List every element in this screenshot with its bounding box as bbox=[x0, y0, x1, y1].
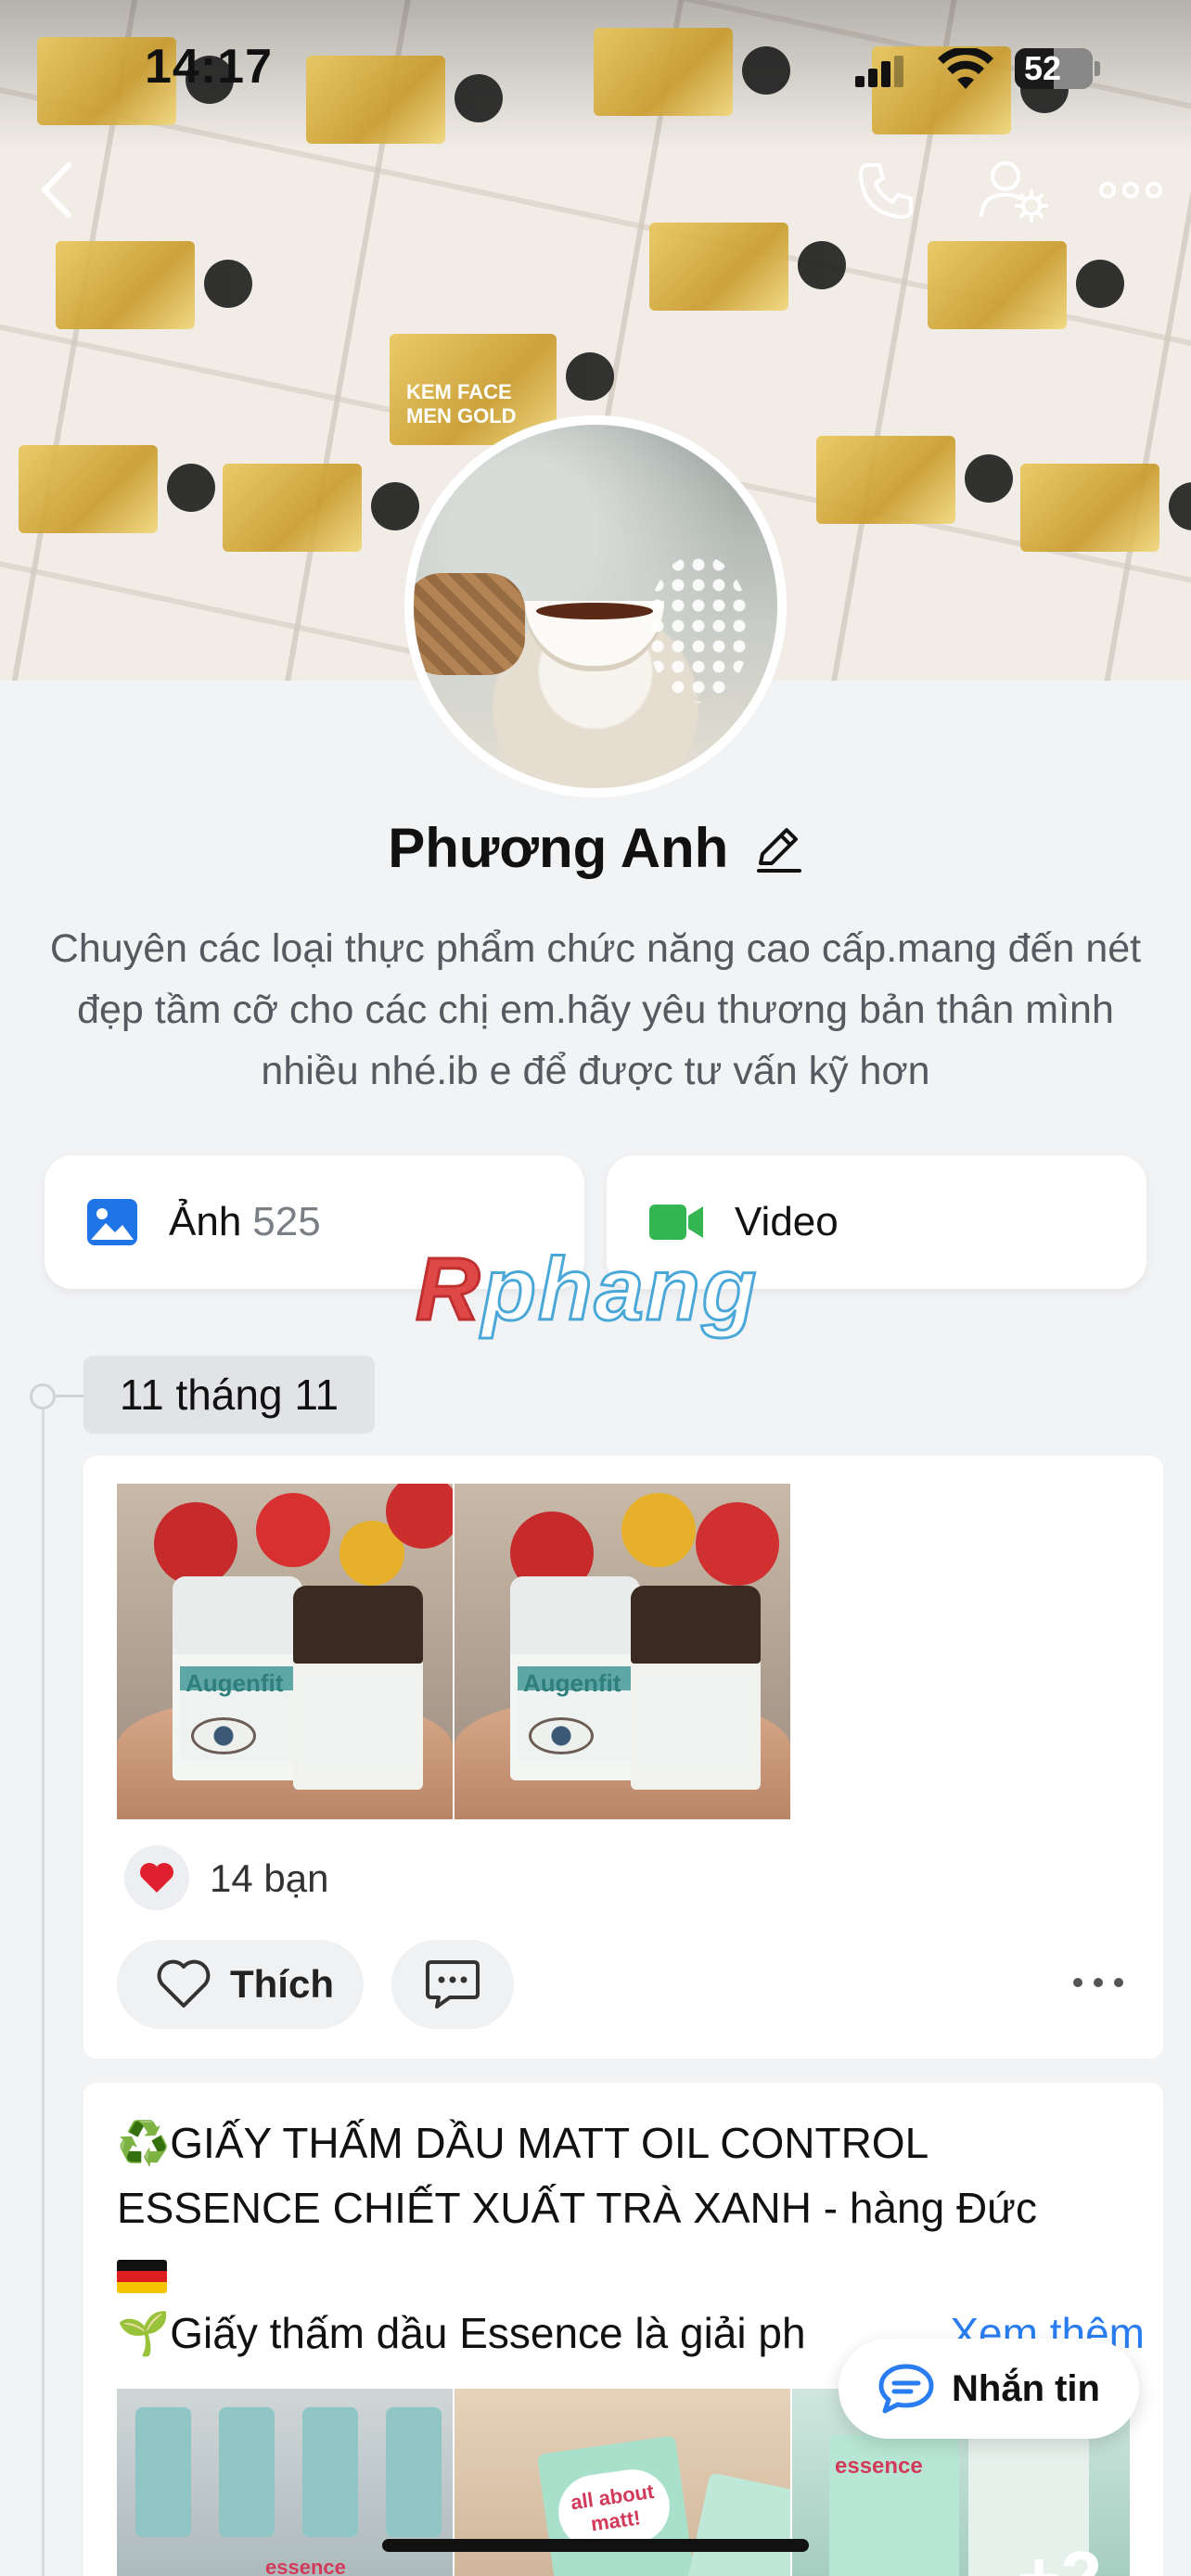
battery-level: 52 bbox=[1024, 49, 1062, 87]
more-horizontal-icon[interactable] bbox=[1098, 176, 1163, 204]
chat-bubble-icon bbox=[878, 2364, 934, 2414]
reaction-badge[interactable] bbox=[124, 1845, 189, 1910]
message-button[interactable]: Nhắn tin bbox=[839, 2339, 1139, 2439]
cellular-signal-icon bbox=[855, 56, 903, 87]
timeline-dot bbox=[30, 1384, 56, 1409]
cover-product-text: KEM FACE MEN GOLD bbox=[406, 380, 517, 427]
video-camera-icon bbox=[649, 1205, 703, 1240]
post-card: ♻️GIẤY THẤM DẦU MATT OIL CONTROL ESSENCE… bbox=[83, 2083, 1163, 2576]
product-box bbox=[816, 436, 1013, 524]
watermark-logo: Rphang bbox=[414, 1239, 759, 1341]
home-indicator[interactable] bbox=[382, 2539, 809, 2552]
brand-label: essence bbox=[835, 2454, 923, 2479]
photo-gallery-icon bbox=[87, 1199, 137, 1245]
post-photo[interactable]: Augenfit bbox=[117, 1484, 453, 1819]
message-label: Nhắn tin bbox=[952, 2367, 1100, 2409]
post-more-icon[interactable] bbox=[1070, 1975, 1126, 1990]
avatar[interactable] bbox=[404, 415, 787, 797]
edit-pencil-icon[interactable] bbox=[751, 823, 803, 874]
status-bar: 14:17 52 bbox=[0, 0, 1191, 139]
post-title-block: ♻️GIẤY THẤM DẦU MATT OIL CONTROL ESSENCE… bbox=[117, 2111, 1137, 2305]
chevron-left-icon[interactable] bbox=[33, 158, 80, 223]
profile-bio: Chuyên các loại thực phẩm chức năng cao … bbox=[49, 926, 1142, 1093]
product-box bbox=[928, 241, 1124, 329]
user-settings-icon[interactable] bbox=[978, 158, 1052, 223]
timeline-connector bbox=[56, 1395, 83, 1397]
timeline-date: 11 tháng 11 bbox=[83, 1356, 375, 1434]
product-box bbox=[1020, 464, 1191, 552]
product-box bbox=[223, 464, 419, 552]
comment-button[interactable] bbox=[391, 1940, 514, 2029]
like-button[interactable]: Thích bbox=[117, 1940, 364, 2029]
germany-flag-icon bbox=[117, 2259, 167, 2293]
product-box bbox=[56, 241, 252, 329]
post-card: Augenfit Augenfit 14 bạn Thích bbox=[83, 1456, 1163, 2059]
comment-icon bbox=[426, 1960, 480, 2009]
heart-outline-icon bbox=[157, 1959, 211, 2008]
battery-icon: 52 bbox=[1015, 48, 1100, 89]
more-photos-count[interactable]: +2 bbox=[1018, 2535, 1102, 2576]
reaction-count[interactable]: 14 bạn bbox=[210, 1856, 328, 1901]
phone-icon[interactable] bbox=[853, 158, 918, 223]
profile-name: Phương Anh bbox=[388, 817, 729, 879]
wifi-icon bbox=[938, 48, 993, 89]
product-label: Augenfit bbox=[523, 1669, 621, 1697]
photos-count: 525 bbox=[252, 1199, 321, 1244]
product-box bbox=[649, 223, 846, 311]
timeline-line bbox=[42, 1396, 45, 2576]
product-box bbox=[19, 445, 215, 533]
post-title: ♻️GIẤY THẤM DẦU MATT OIL CONTROL ESSENCE… bbox=[117, 2119, 1037, 2232]
post-photo[interactable]: Augenfit bbox=[455, 1484, 790, 1819]
photos-label: Ảnh bbox=[169, 1199, 242, 1244]
brand-label: essence bbox=[265, 2556, 346, 2576]
profile-name-row: Phương Anh bbox=[0, 816, 1191, 880]
heart-icon bbox=[140, 1863, 173, 1893]
like-label: Thích bbox=[230, 1962, 334, 2006]
status-time: 14:17 bbox=[145, 40, 273, 94]
product-label: Augenfit bbox=[186, 1669, 284, 1697]
